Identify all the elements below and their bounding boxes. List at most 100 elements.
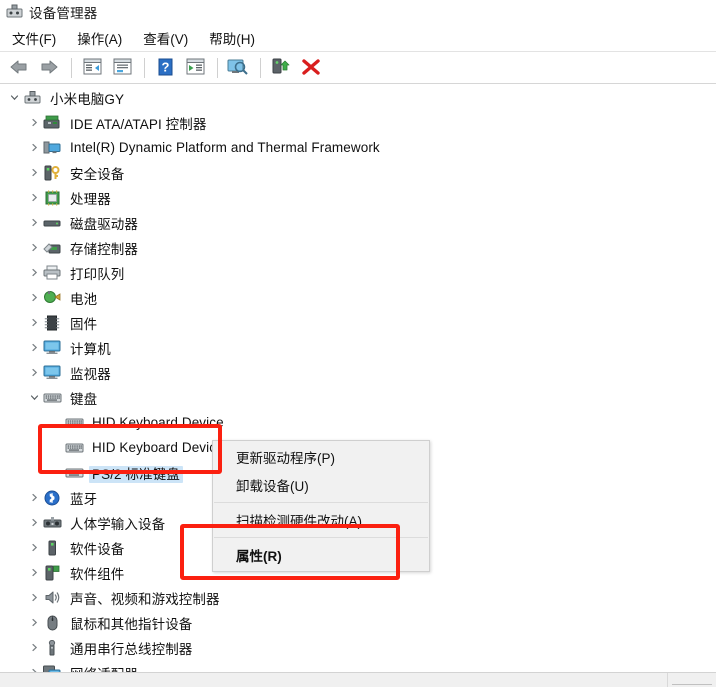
toolbar-action-panel[interactable]	[181, 54, 209, 82]
chevron-right-icon[interactable]	[26, 665, 42, 672]
mouse-icon	[42, 614, 62, 632]
title-bar: 设备管理器	[0, 0, 716, 24]
tree-row-monitor[interactable]: 监视器	[0, 360, 716, 385]
menu-file[interactable]: 文件(F)	[3, 25, 65, 51]
toolbar-separator-2	[144, 58, 145, 78]
security-device-icon	[42, 164, 62, 182]
tree-label: 处理器	[70, 191, 111, 207]
tree-row-disk-drive[interactable]: 磁盘驱动器	[0, 210, 716, 235]
tree-expander-placeholder	[48, 415, 64, 431]
network-adapter-icon	[42, 664, 62, 672]
tree-row-security-device[interactable]: 安全设备	[0, 160, 716, 185]
chevron-right-icon[interactable]	[26, 515, 42, 531]
chevron-right-icon[interactable]	[26, 590, 42, 606]
tree-row-mouse-pointing-devices[interactable]: 鼠标和其他指针设备	[0, 610, 716, 635]
toolbar-console-tree[interactable]	[78, 54, 106, 82]
tree-row-firmware[interactable]: 固件	[0, 310, 716, 335]
chevron-right-icon[interactable]	[26, 140, 42, 156]
tree-label: HID Keyboard Device	[92, 415, 224, 430]
software-component-icon	[42, 564, 62, 582]
tree-label: 电池	[70, 291, 98, 307]
tree-label: 磁盘驱动器	[70, 216, 138, 232]
chevron-down-icon[interactable]	[26, 390, 42, 406]
tree-row-sound-video-game[interactable]: 声音、视频和游戏控制器	[0, 585, 716, 610]
tree-label: 打印队列	[70, 266, 125, 282]
tree-label: HID Keyboard Device	[92, 440, 224, 455]
tree-row-storage-controller[interactable]: 存储控制器	[0, 235, 716, 260]
tree-row-battery[interactable]: 电池	[0, 285, 716, 310]
chevron-right-icon[interactable]	[26, 165, 42, 181]
tree-row-keyboard-group[interactable]: 键盘	[0, 385, 716, 410]
tree-label: 网络适配器	[67, 663, 141, 673]
tree-label: 蓝牙	[70, 491, 98, 507]
chevron-right-icon[interactable]	[26, 315, 42, 331]
chevron-right-icon[interactable]	[26, 615, 42, 631]
usb-controller-icon	[42, 639, 62, 657]
menu-help[interactable]: 帮助(H)	[200, 25, 264, 51]
chevron-right-icon[interactable]	[26, 640, 42, 656]
chevron-right-icon[interactable]	[26, 265, 42, 281]
uninstall-device-icon	[301, 58, 321, 79]
tree-label: 鼠标和其他指针设备	[70, 616, 193, 632]
window-title: 设备管理器	[29, 6, 98, 21]
tree-label: 计算机	[70, 341, 111, 357]
device-context-menu[interactable]: 更新驱动程序(P) 卸载设备(U) 扫描检测硬件改动(A) 属性(R)	[212, 440, 430, 572]
chevron-right-icon[interactable]	[26, 540, 42, 556]
ctx-properties[interactable]: 属性(R)	[213, 541, 429, 569]
menu-action[interactable]: 操作(A)	[68, 25, 131, 51]
tree-row-computer[interactable]: 计算机	[0, 335, 716, 360]
chevron-down-icon[interactable]	[6, 90, 22, 106]
menu-view[interactable]: 查看(V)	[134, 25, 197, 51]
ctx-uninstall-device[interactable]: 卸载设备(U)	[213, 471, 429, 499]
toolbar-forward[interactable]	[35, 54, 63, 82]
ctx-update-driver[interactable]: 更新驱动程序(P)	[213, 443, 429, 471]
ctx-scan-hardware-changes[interactable]: 扫描检测硬件改动(A)	[213, 506, 429, 534]
keyboard-icon	[42, 389, 62, 407]
toolbar-properties[interactable]	[108, 54, 136, 82]
chevron-right-icon[interactable]	[26, 115, 42, 131]
chevron-right-icon[interactable]	[26, 190, 42, 206]
action-panel-icon	[186, 58, 205, 78]
chevron-right-icon[interactable]	[26, 490, 42, 506]
tree-row-network-adapters[interactable]: 网络适配器	[0, 660, 716, 672]
toolbar-help[interactable]: ?	[151, 54, 179, 82]
chevron-right-icon[interactable]	[26, 290, 42, 306]
tree-label: 声音、视频和游戏控制器	[70, 591, 220, 607]
tree-row-processor[interactable]: 处理器	[0, 185, 716, 210]
chevron-right-icon[interactable]	[26, 340, 42, 356]
tree-label-selected: PS/2 标准键盘	[89, 463, 183, 483]
tree-row-print-queue[interactable]: 打印队列	[0, 260, 716, 285]
context-menu-separator-2	[214, 537, 428, 538]
toolbar-update-driver[interactable]	[267, 54, 295, 82]
tree-expander-placeholder	[48, 440, 64, 456]
tree-row-intel-dptf[interactable]: Intel(R) Dynamic Platform and Thermal Fr…	[0, 135, 716, 160]
keyboard-icon	[64, 439, 84, 457]
print-queue-icon	[42, 264, 62, 282]
toolbar-scan-hardware[interactable]	[224, 54, 252, 82]
tree-row-root[interactable]: 小米电脑GY	[0, 85, 716, 110]
svg-text:?: ?	[161, 59, 169, 74]
tree-row-usb-controllers[interactable]: 通用串行总线控制器	[0, 635, 716, 660]
tree-label: 固件	[70, 316, 98, 332]
context-menu-separator-1	[214, 502, 428, 503]
system-device-icon	[42, 139, 62, 157]
forward-arrow-icon	[39, 59, 59, 78]
tree-label: 通用串行总线控制器	[70, 641, 193, 657]
tree-row-ide-controller[interactable]: IDE ATA/ATAPI 控制器	[0, 110, 716, 135]
chevron-right-icon[interactable]	[26, 565, 42, 581]
chevron-right-icon[interactable]	[26, 240, 42, 256]
toolbar-separator-3	[217, 58, 218, 78]
toolbar-uninstall-device[interactable]	[297, 54, 325, 82]
device-tree[interactable]: 小米电脑GY IDE ATA/ATAPI 控制器 Intel(R) Dynami…	[0, 85, 716, 672]
toolbar-separator-1	[71, 58, 72, 78]
status-bar-divider	[667, 673, 668, 687]
toolbar-back[interactable]	[5, 54, 33, 82]
bluetooth-icon	[42, 489, 62, 507]
scan-hardware-changes-icon	[227, 58, 249, 79]
show-hide-console-tree-icon	[83, 58, 102, 78]
tree-row-hid-keyboard-1[interactable]: HID Keyboard Device	[0, 410, 716, 435]
monitor-computer-icon	[42, 339, 62, 357]
chevron-right-icon[interactable]	[26, 215, 42, 231]
chevron-right-icon[interactable]	[26, 365, 42, 381]
device-manager-window: 设备管理器 文件(F) 操作(A) 查看(V) 帮助(H) ? 小米电脑GY I…	[0, 0, 716, 687]
